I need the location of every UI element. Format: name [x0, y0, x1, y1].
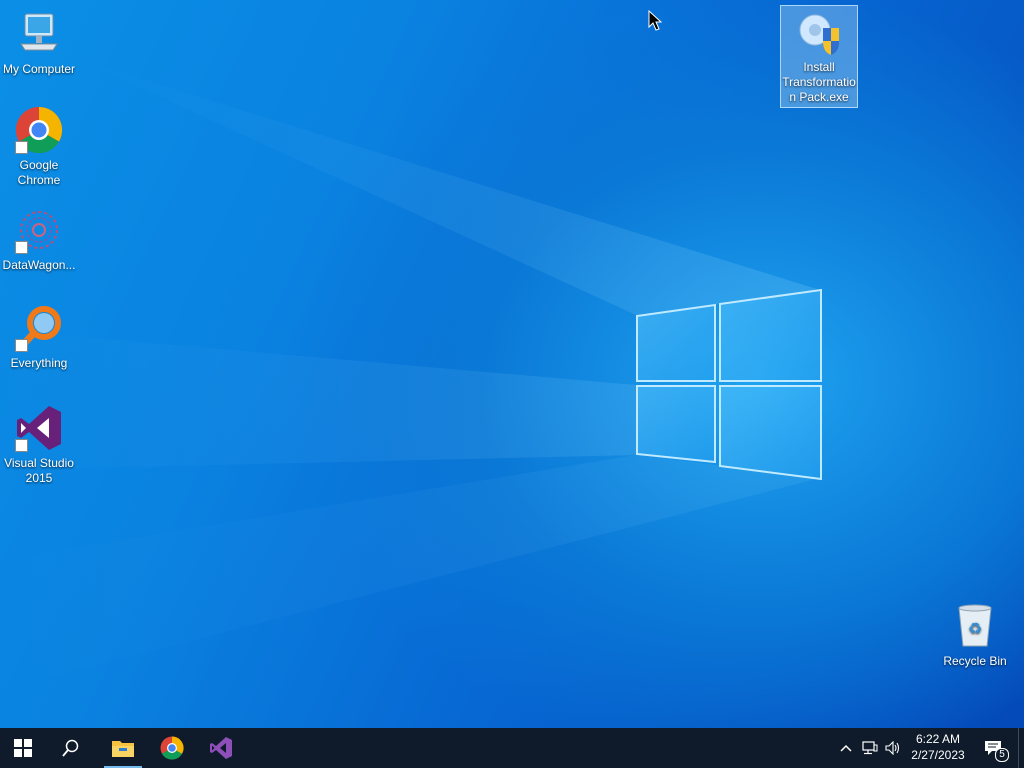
- taskbar-visual-studio[interactable]: [198, 728, 244, 768]
- start-button[interactable]: [0, 728, 46, 768]
- shortcut-arrow-icon: [15, 241, 28, 254]
- svg-text:♻: ♻: [968, 619, 982, 638]
- show-desktop-button[interactable]: [1018, 728, 1024, 768]
- desktop-icon-install-transformation-pack[interactable]: Install Transformation Pack.exe: [780, 5, 858, 108]
- clock-date: 2/27/2023: [911, 748, 965, 762]
- chrome-icon: [160, 736, 184, 760]
- taskbar-google-chrome[interactable]: [149, 728, 195, 768]
- mouse-cursor-icon: [648, 10, 662, 31]
- windows-start-icon: [14, 739, 32, 757]
- shortcut-arrow-icon: [15, 339, 28, 352]
- search-icon: [62, 739, 79, 757]
- chevron-up-icon: [840, 744, 852, 752]
- everything-search-icon: [15, 304, 63, 352]
- desktop[interactable]: My Computer Google Chrome DataWagon... E…: [0, 0, 1024, 728]
- visual-studio-icon: [15, 404, 63, 452]
- desktop-icon-google-chrome[interactable]: Google Chrome: [0, 106, 78, 188]
- desktop-icon-label: Visual Studio 2015: [4, 456, 74, 485]
- file-explorer-icon: [112, 741, 134, 757]
- installer-icon: [795, 8, 843, 56]
- taskbar: 6:22 AM 2/27/2023 5: [0, 728, 1024, 768]
- show-hidden-icons-button[interactable]: [836, 738, 856, 758]
- taskbar-file-explorer[interactable]: [100, 728, 146, 768]
- search-button[interactable]: [48, 728, 94, 768]
- datawagon-icon: [15, 206, 63, 254]
- wallpaper: [0, 60, 822, 690]
- desktop-icon-label: Install Transformation Pack.exe: [782, 60, 856, 104]
- desktop-icon-my-computer[interactable]: My Computer: [0, 10, 78, 77]
- action-center-button[interactable]: 5: [982, 738, 1009, 762]
- visual-studio-icon: [210, 737, 232, 759]
- desktop-icon-label: My Computer: [2, 62, 76, 76]
- desktop-icon-datawagon[interactable]: DataWagon...: [0, 206, 78, 273]
- desktop-icon-everything[interactable]: Everything: [0, 304, 78, 371]
- clock-time: 6:22 AM: [915, 732, 961, 746]
- desktop-icon-label: Google Chrome: [17, 158, 61, 187]
- chrome-icon: [15, 106, 63, 154]
- shortcut-arrow-icon: [15, 141, 28, 154]
- volume-button[interactable]: [883, 738, 903, 758]
- computer-icon: [15, 10, 63, 58]
- notification-count-badge: 5: [995, 748, 1009, 762]
- desktop-icon-label: Recycle Bin: [943, 654, 1007, 668]
- windows-logo: [636, 288, 822, 481]
- recycle-bin-icon: ♻: [951, 602, 999, 650]
- shortcut-arrow-icon: [15, 439, 28, 452]
- desktop-icon-recycle-bin[interactable]: ♻ Recycle Bin: [936, 602, 1014, 669]
- desktop-icon-visual-studio-2015[interactable]: Visual Studio 2015: [0, 404, 78, 486]
- desktop-icon-label: Everything: [10, 356, 68, 370]
- network-icon: [862, 741, 878, 755]
- network-button[interactable]: [860, 738, 880, 758]
- taskbar-clock[interactable]: 6:22 AM 2/27/2023: [906, 731, 970, 763]
- speaker-icon: [885, 741, 900, 755]
- desktop-icon-label: DataWagon...: [2, 258, 76, 272]
